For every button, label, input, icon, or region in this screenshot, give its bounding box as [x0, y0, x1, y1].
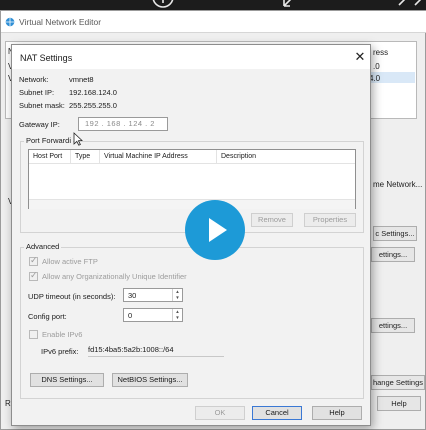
vne-change-settings-button[interactable]: hange Settings	[371, 375, 425, 390]
allow-oui-label: Allow any Organizationally Unique Identi…	[42, 272, 187, 281]
column-description[interactable]: Description	[217, 150, 297, 164]
advanced-title: Advanced	[24, 242, 62, 251]
vne-settings-button-2[interactable]: ettings...	[371, 247, 415, 262]
vne-list-value: .0	[373, 62, 380, 71]
dns-settings-button[interactable]: DNS Settings...	[30, 373, 104, 387]
spinner-arrows-icon[interactable]: ▲ ▼	[172, 309, 182, 321]
nat-title-bar: NAT Settings ✕	[12, 45, 370, 69]
allow-ftp-checkbox[interactable]	[29, 255, 38, 266]
subnet-ip-label: Subnet IP:	[19, 88, 55, 97]
play-icon[interactable]	[185, 200, 245, 260]
port-forwarding-scrollbar[interactable]	[29, 199, 355, 209]
ok-button[interactable]: OK	[195, 406, 245, 420]
vne-settings-button-3[interactable]: ettings...	[371, 318, 415, 333]
vne-fragment-r: R	[5, 399, 11, 408]
subnet-mask-label: Subnet mask:	[19, 101, 65, 110]
plus-icon[interactable]	[150, 0, 178, 10]
ipv6-prefix-field[interactable]: fd15:4ba5:5a2b:1008::/64	[88, 343, 224, 357]
remove-button[interactable]: Remove	[251, 213, 293, 227]
config-port-spinner[interactable]: 0 ▲ ▼	[123, 308, 183, 322]
allow-ftp-label: Allow active FTP	[42, 257, 98, 266]
udp-timeout-value: 30	[128, 291, 137, 300]
vne-title: Virtual Network Editor	[19, 17, 102, 27]
column-vm-ip-address[interactable]: Virtual Machine IP Address	[100, 150, 217, 164]
network-value: vmnet8	[69, 75, 94, 84]
expand-icon[interactable]	[395, 0, 423, 8]
subnet-mask-value: 255.255.255.0	[69, 101, 117, 110]
ipv6-prefix-label: IPv6 prefix:	[41, 347, 79, 356]
spinner-arrows-icon[interactable]: ▲ ▼	[172, 289, 182, 301]
network-globe-icon	[5, 17, 15, 27]
vne-column-address: ress	[373, 48, 389, 57]
config-port-label: Config port:	[28, 312, 67, 321]
enable-ipv6-label: Enable IPv6	[42, 330, 83, 339]
vne-title-bar: Virtual Network Editor	[1, 11, 426, 33]
subnet-ip-value: 192.168.124.0	[69, 88, 117, 97]
close-icon[interactable]: ✕	[352, 49, 368, 65]
help-button[interactable]: Help	[312, 406, 362, 420]
port-forwarding-title: Port Forwardi	[24, 136, 74, 145]
network-label: Network:	[19, 75, 49, 84]
vne-name-network: me Network...	[373, 180, 423, 189]
nat-title: NAT Settings	[20, 53, 73, 63]
udp-timeout-label: UDP timeout (in seconds):	[28, 292, 116, 301]
mouse-cursor-icon	[73, 132, 83, 146]
properties-button[interactable]: Properties	[304, 213, 356, 227]
cancel-button[interactable]: Cancel	[252, 406, 302, 420]
netbios-settings-button[interactable]: NetBIOS Settings...	[112, 373, 188, 387]
column-host-port[interactable]: Host Port	[29, 150, 71, 164]
allow-oui-checkbox[interactable]	[29, 270, 38, 281]
config-port-value: 0	[128, 311, 133, 320]
udp-timeout-spinner[interactable]: 30 ▲ ▼	[123, 288, 183, 302]
port-forwarding-table[interactable]: Host Port Type Virtual Machine IP Addres…	[28, 149, 356, 209]
vne-help-button[interactable]: Help	[377, 396, 421, 411]
column-type[interactable]: Type	[71, 150, 100, 164]
gateway-ip-field[interactable]: 192 . 168 . 124 . 2	[78, 117, 168, 131]
gateway-ip-label: Gateway IP:	[19, 120, 60, 129]
expand-icon[interactable]	[282, 0, 306, 8]
enable-ipv6-checkbox[interactable]	[29, 330, 38, 339]
port-forwarding-header: Host Port Type Virtual Machine IP Addres…	[29, 150, 355, 164]
vne-settings-button-1[interactable]: c Settings...	[373, 226, 417, 241]
